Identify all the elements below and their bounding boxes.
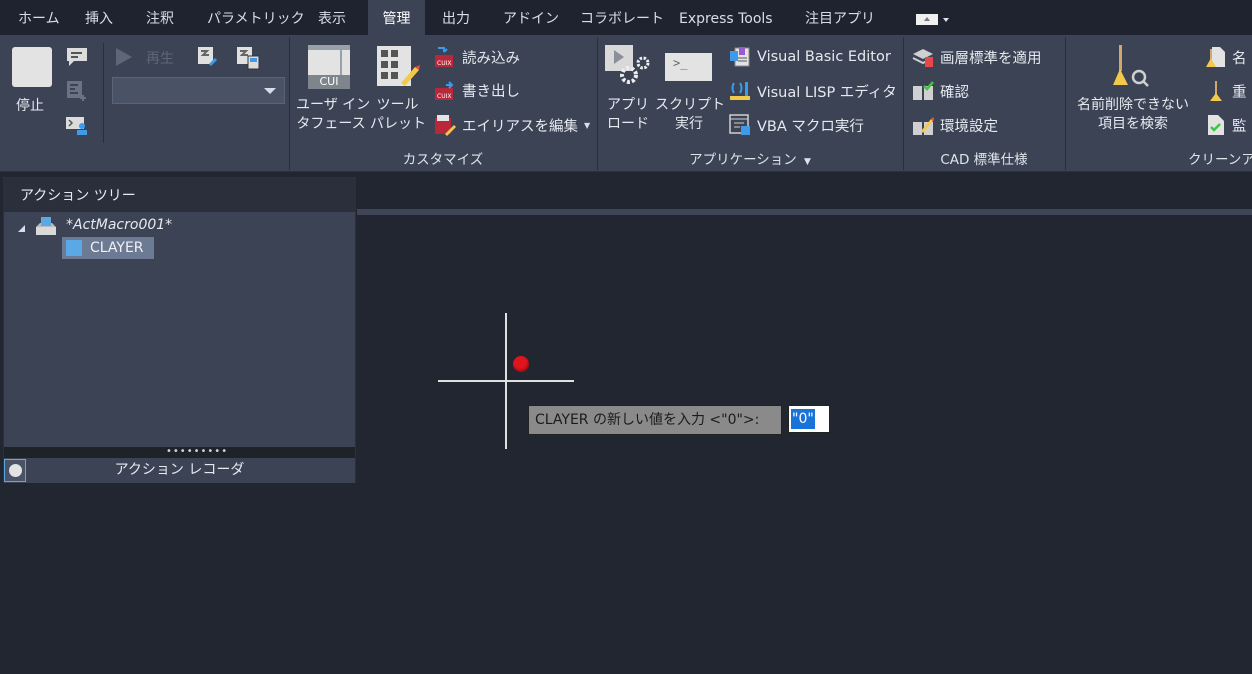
visual-basic-editor-button[interactable]: Visual Basic Editor [729, 46, 891, 68]
tab-insert[interactable]: 挿入 [75, 0, 123, 35]
check-standards-button[interactable]: 確認 [912, 80, 969, 102]
insert-message-icon[interactable] [66, 47, 88, 66]
configure-standards-icon [913, 117, 934, 135]
panel-title-cad-standards: CAD 標準仕様 [940, 152, 1028, 168]
triangle-up-icon [924, 17, 930, 21]
action-macro-preferences-icon[interactable] [236, 46, 260, 70]
vba-editor-icon [730, 47, 750, 67]
import-cuix-button[interactable]: CUIX 読み込み [434, 46, 520, 68]
cui-icon[interactable]: CUI [308, 45, 350, 89]
tree-item-clayer[interactable]: CLAYER [62, 237, 154, 259]
ribbon-minimize-button[interactable] [916, 14, 938, 25]
macro-icon [34, 217, 58, 237]
tab-annotate[interactable]: 注釈 [136, 0, 184, 35]
recording-indicator-icon [513, 356, 529, 372]
vlisp-editor-icon [730, 82, 750, 100]
layer-translator-button[interactable]: 画層標準を適用 [912, 46, 1042, 68]
panel-title-customize: カスタマイズ [402, 152, 484, 168]
insert-user-input-request-icon [66, 80, 88, 102]
panel-title-applications[interactable]: アプリケーション ▼ [598, 148, 902, 170]
export-cuix-button[interactable]: CUIX 書き出し [434, 79, 520, 101]
svg-text:CUIX: CUIX [437, 93, 451, 100]
tab-express-tools[interactable]: Express Tools [669, 0, 783, 35]
play-icon [116, 48, 132, 66]
collapse-triangle-icon[interactable] [18, 225, 25, 232]
crosshair-horizontal [438, 380, 574, 382]
stop-record-icon[interactable] [12, 47, 52, 87]
find-nonpurgeable-button[interactable]: 名前削除できない 項目を検索 [1068, 96, 1198, 134]
purge-document-icon [1206, 47, 1225, 67]
cleanup-item-3-button[interactable]: 監 [1206, 114, 1247, 136]
recorder-icon [9, 464, 22, 477]
macro-name[interactable]: *ActMacro001* [66, 217, 172, 233]
cleanup-item-2-button[interactable]: 重 [1206, 80, 1247, 102]
pin-panel-button[interactable] [4, 459, 26, 482]
ribbon-tab-bar: ホーム 挿入 注釈 パラメトリック 表示 管理 出力 アドイン コラボレート E… [0, 0, 1252, 35]
tab-manage[interactable]: 管理 [368, 0, 425, 35]
import-icon: CUIX [435, 47, 453, 67]
action-tree-header: アクション ツリー [4, 178, 355, 212]
chevron-down-icon [264, 88, 276, 94]
file-tab-strip [357, 209, 1252, 215]
action-recorder-title: アクション レコーダ [4, 458, 355, 483]
tab-home[interactable]: ホーム [8, 0, 70, 35]
action-recorder-panel: アクション ツリー *ActMacro001* CLAYER •••••••••… [3, 177, 356, 483]
stop-button-label[interactable]: 停止 [16, 95, 44, 115]
check-standards-icon [913, 81, 934, 100]
play-button-label: 再生 [146, 51, 174, 67]
tab-addins[interactable]: アドイン [493, 0, 569, 35]
edit-aliases-button[interactable]: エイリアスを編集 ▼ [434, 114, 590, 136]
overkill-broom-icon [1210, 81, 1222, 101]
layer-translator-icon [912, 49, 933, 67]
svg-text:CUIX: CUIX [437, 60, 451, 67]
user-interface-button[interactable]: ユーザ イン タフェース [296, 96, 370, 134]
tab-collaborate[interactable]: コラボレート [570, 0, 674, 35]
run-vba-macro-button[interactable]: VBA マクロ実行 [729, 114, 864, 136]
tool-palettes-icon[interactable] [376, 45, 420, 89]
command-node-icon [66, 240, 82, 256]
panel-title-cleanup: クリーンア [1188, 152, 1252, 168]
run-script-icon[interactable]: >_ [665, 53, 712, 81]
tab-featured-apps[interactable]: 注目アプリ [795, 0, 885, 35]
request-user-input-icon[interactable] [66, 115, 88, 135]
tab-output[interactable]: 出力 [432, 0, 480, 35]
export-icon: CUIX [435, 81, 454, 100]
find-nonpurgeable-icon[interactable] [1113, 43, 1157, 87]
edit-aliases-icon [435, 115, 456, 136]
cleanup-item-1-button[interactable]: 名 [1206, 46, 1247, 68]
action-macro-dropdown[interactable] [112, 77, 285, 104]
panel-resize-grip[interactable]: ••••••••• [4, 447, 355, 458]
chevron-down-icon: ▼ [584, 120, 591, 130]
dynamic-input-field[interactable]: "0" [788, 405, 830, 433]
load-application-icon[interactable] [605, 45, 653, 89]
load-application-button[interactable]: アプリ ロード [603, 96, 653, 134]
manage-action-macros-icon[interactable] [197, 46, 219, 68]
ribbon-panel: 停止 再生 CUI ユーザ イン タフェース ツール パレット CUIX 読み込… [0, 35, 1252, 172]
dynamic-input-prompt: CLAYER の新しい値を入力 <"0">: [528, 405, 782, 435]
tab-parametric[interactable]: パラメトリック [197, 0, 315, 35]
run-script-button[interactable]: スクリプト 実行 [655, 96, 725, 134]
visual-lisp-editor-button[interactable]: Visual LISP エディタ [729, 80, 897, 102]
vba-run-icon [729, 114, 750, 135]
chevron-down-icon: ▼ [801, 157, 811, 167]
tab-view[interactable]: 表示 [308, 0, 356, 35]
audit-check-icon [1208, 115, 1224, 135]
action-tree: *ActMacro001* CLAYER [6, 213, 353, 447]
configure-standards-button[interactable]: 環境設定 [912, 114, 998, 136]
chevron-down-icon[interactable] [943, 18, 949, 22]
tool-palettes-button[interactable]: ツール パレット [370, 96, 426, 134]
